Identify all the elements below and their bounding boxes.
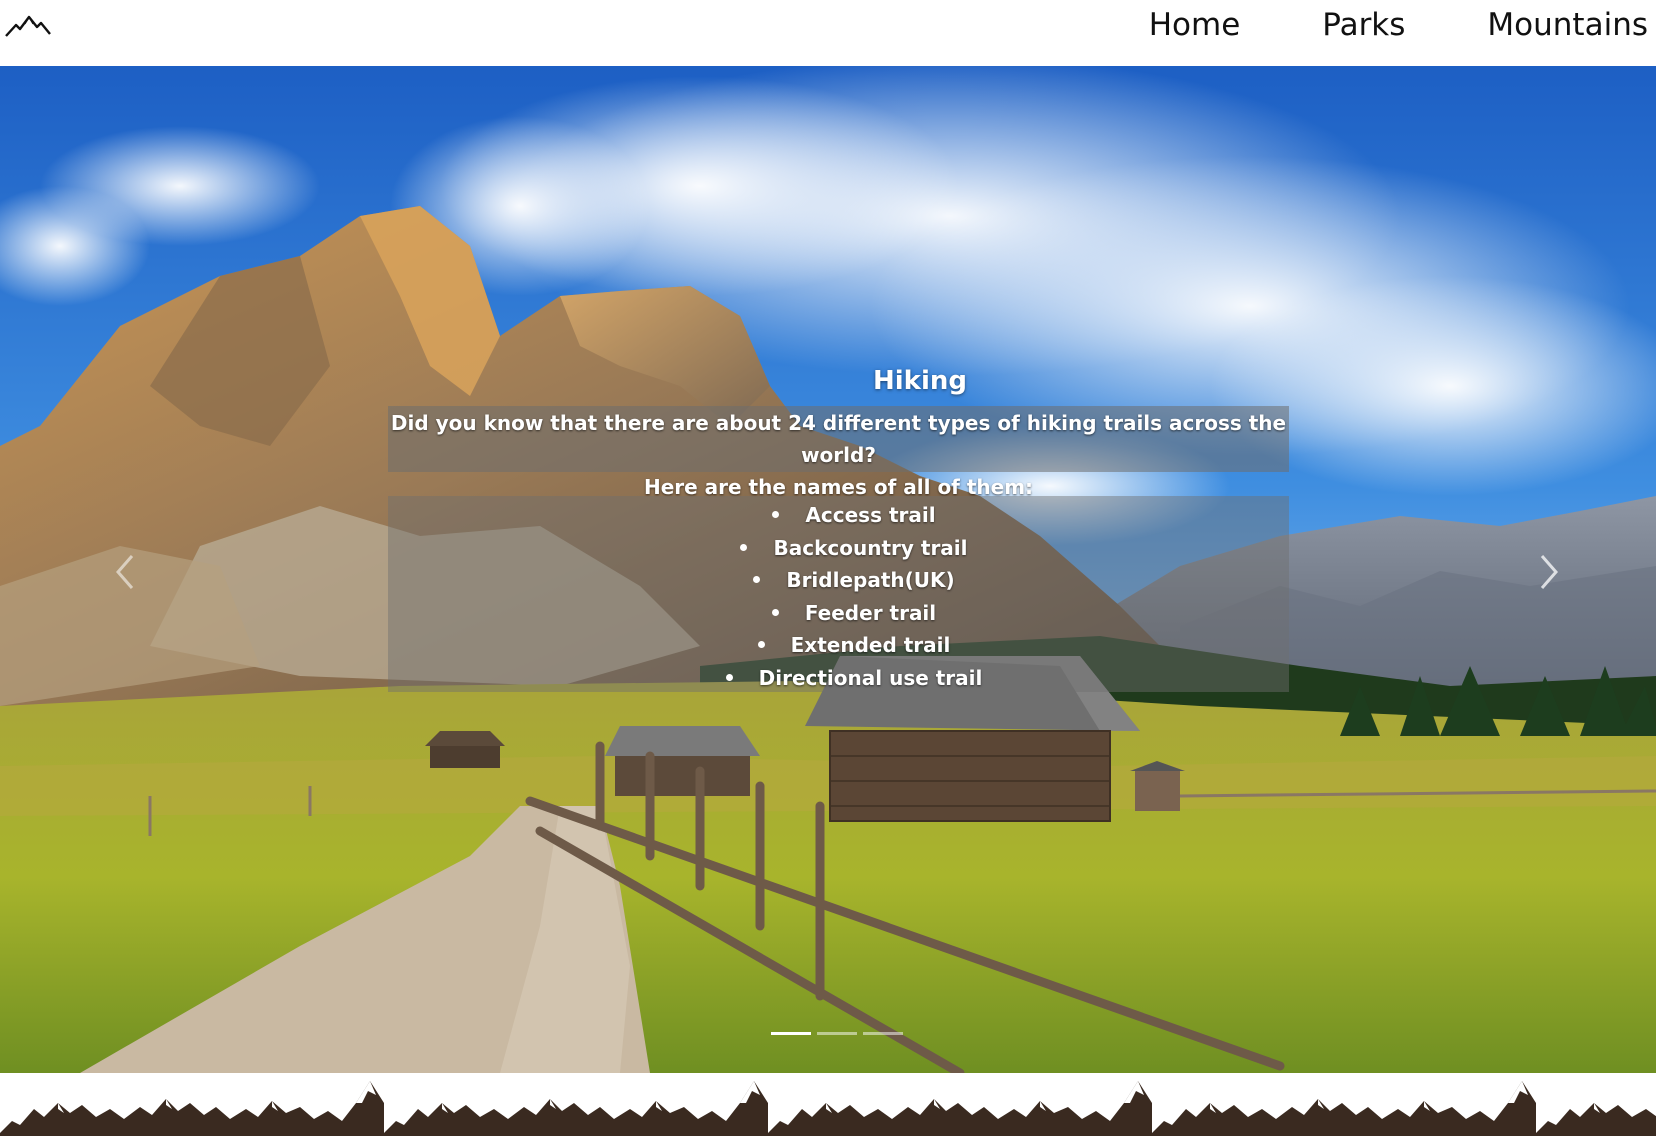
list-item: Directional use trail [388,662,1320,695]
trail-name: Bridlepath(UK) [786,568,955,593]
mountain-range-icon [0,1073,1656,1136]
trail-name: Extended trail [790,633,951,658]
bullet-icon [725,673,733,681]
carousel-indicators [768,1032,906,1035]
trail-name: Directional use trail [758,665,983,690]
bullet-icon [740,543,748,551]
caption-title: Hiking [873,366,967,396]
bullet-icon [757,641,765,649]
trail-name: Access trail [805,503,936,527]
list-item: Access trail [388,499,1320,532]
hero-carousel: Hiking Did you know that there are about… [0,66,1656,1073]
caption-intro: Did you know that there are about 24 dif… [388,406,1289,499]
list-item: Bridlepath(UK) [388,564,1320,597]
trail-name: Backcountry trail [773,535,968,560]
chevron-right-icon [1540,555,1558,589]
carousel-prev-button[interactable] [104,542,144,602]
bullet-icon [772,511,780,518]
bullet-icon [771,608,779,616]
carousel-caption: Hiking Did you know that there are about… [0,66,1656,1073]
navbar: Home Parks Mountains [0,0,1656,66]
intro-line-1: Did you know that there are about 24 dif… [390,411,1287,467]
list-item: Feeder trail [388,597,1320,630]
nav-link-home[interactable]: Home [1149,9,1241,41]
trail-list: Access trail Backcountry trail Bridlepat… [388,499,1320,695]
carousel-next-button[interactable] [1530,542,1570,602]
nav-link-mountains[interactable]: Mountains [1487,9,1648,41]
nav-links: Home Parks Mountains [1067,0,1656,50]
list-item: Extended trail [388,629,1320,662]
nav-link-parks[interactable]: Parks [1322,9,1405,41]
bullet-icon [753,576,761,584]
list-item: Backcountry trail [388,532,1320,565]
carousel-indicator-1[interactable] [771,1032,811,1035]
trail-name: Feeder trail [804,600,937,625]
mountain-logo-icon[interactable] [4,12,52,40]
chevron-left-icon [116,555,134,589]
carousel-indicator-3[interactable] [863,1032,903,1035]
carousel-indicator-2[interactable] [817,1032,857,1035]
